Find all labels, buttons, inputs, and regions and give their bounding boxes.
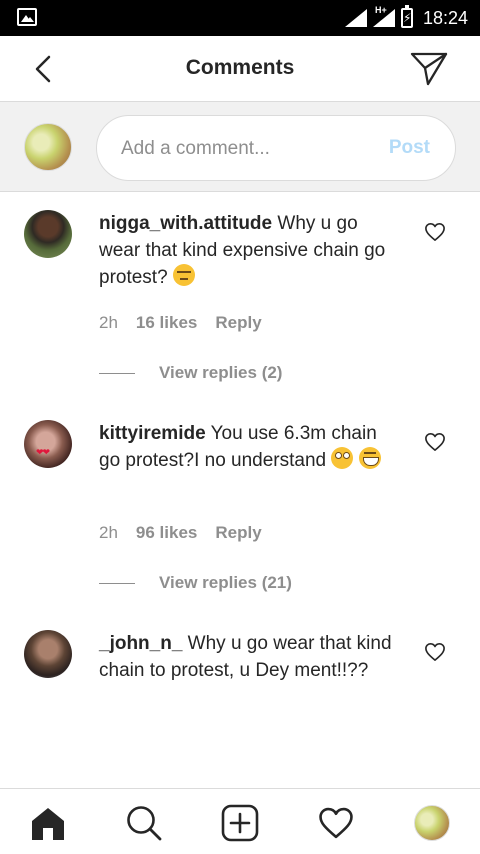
status-bar: H+ ⚡ 18:24: [0, 0, 480, 36]
eye-roll-emoji: [331, 447, 354, 469]
view-replies-label: View replies (21): [159, 573, 292, 592]
comment-meta: 2h 96 likes Reply: [99, 523, 262, 543]
nav-new-post-button[interactable]: [220, 803, 260, 843]
signal-h-plus-icon: H+: [372, 5, 395, 27]
comment-text: nigga_with.attitude Why u go wear that k…: [99, 210, 399, 291]
comment-time: 2h: [99, 313, 118, 332]
comment-username[interactable]: _john_n_: [99, 633, 182, 654]
comment-composer: Post: [0, 102, 480, 192]
grinning-emoji: [358, 447, 381, 469]
network-type: H+: [374, 5, 387, 15]
view-replies-button[interactable]: View replies (2): [99, 363, 282, 383]
like-heart-icon[interactable]: [424, 222, 446, 242]
current-user-avatar: [24, 123, 72, 171]
view-replies-label: View replies (2): [159, 363, 283, 382]
add-post-icon: [221, 804, 259, 842]
post-button[interactable]: Post: [389, 137, 430, 159]
comment-username[interactable]: kittyiremide: [99, 423, 206, 444]
status-time: 18:24: [422, 7, 468, 28]
status-icons: H+ ⚡ 18:24: [344, 5, 468, 30]
comment-time: 2h: [99, 523, 118, 542]
comment-input[interactable]: [121, 134, 361, 164]
direct-message-button[interactable]: [410, 50, 448, 88]
paper-plane-icon: [410, 52, 448, 86]
comments-header: Comments: [0, 36, 480, 102]
avatar[interactable]: [24, 210, 72, 258]
comment-text: kittyiremide You use 6.3m chain go prote…: [99, 420, 399, 474]
reply-button[interactable]: Reply: [215, 523, 261, 543]
replies-divider-line: [99, 582, 135, 584]
image-notification-icon: [17, 8, 37, 26]
battery-charging-icon: ⚡: [400, 5, 413, 28]
like-heart-icon[interactable]: [424, 642, 446, 662]
home-icon: [32, 808, 64, 840]
avatar[interactable]: [24, 630, 72, 678]
comment-meta: 2h 16 likes Reply: [99, 313, 262, 333]
page-title: Comments: [185, 56, 295, 79]
profile-avatar: [414, 805, 450, 841]
comment-username[interactable]: nigga_with.attitude: [99, 213, 272, 234]
signal-icon: [344, 9, 367, 27]
comment-likes[interactable]: 96 likes: [136, 523, 197, 543]
comment-text: _john_n_ Why u go wear that kind chain t…: [99, 630, 399, 684]
heart-icon: [319, 807, 353, 839]
search-icon: [127, 806, 162, 841]
nav-home-button[interactable]: [28, 803, 68, 843]
view-replies-button[interactable]: View replies (21): [99, 573, 292, 593]
avatar[interactable]: [24, 420, 72, 468]
comment-input-box[interactable]: Post: [96, 115, 456, 181]
reply-button[interactable]: Reply: [215, 313, 261, 333]
nav-profile-button[interactable]: [412, 803, 452, 843]
replies-divider-line: [99, 372, 135, 374]
bottom-navigation: [0, 788, 480, 854]
nav-activity-button[interactable]: [316, 803, 356, 843]
nav-search-button[interactable]: [124, 803, 164, 843]
comment-likes[interactable]: 16 likes: [136, 313, 197, 333]
angry-face-emoji: [172, 264, 195, 286]
like-heart-icon[interactable]: [424, 432, 446, 452]
